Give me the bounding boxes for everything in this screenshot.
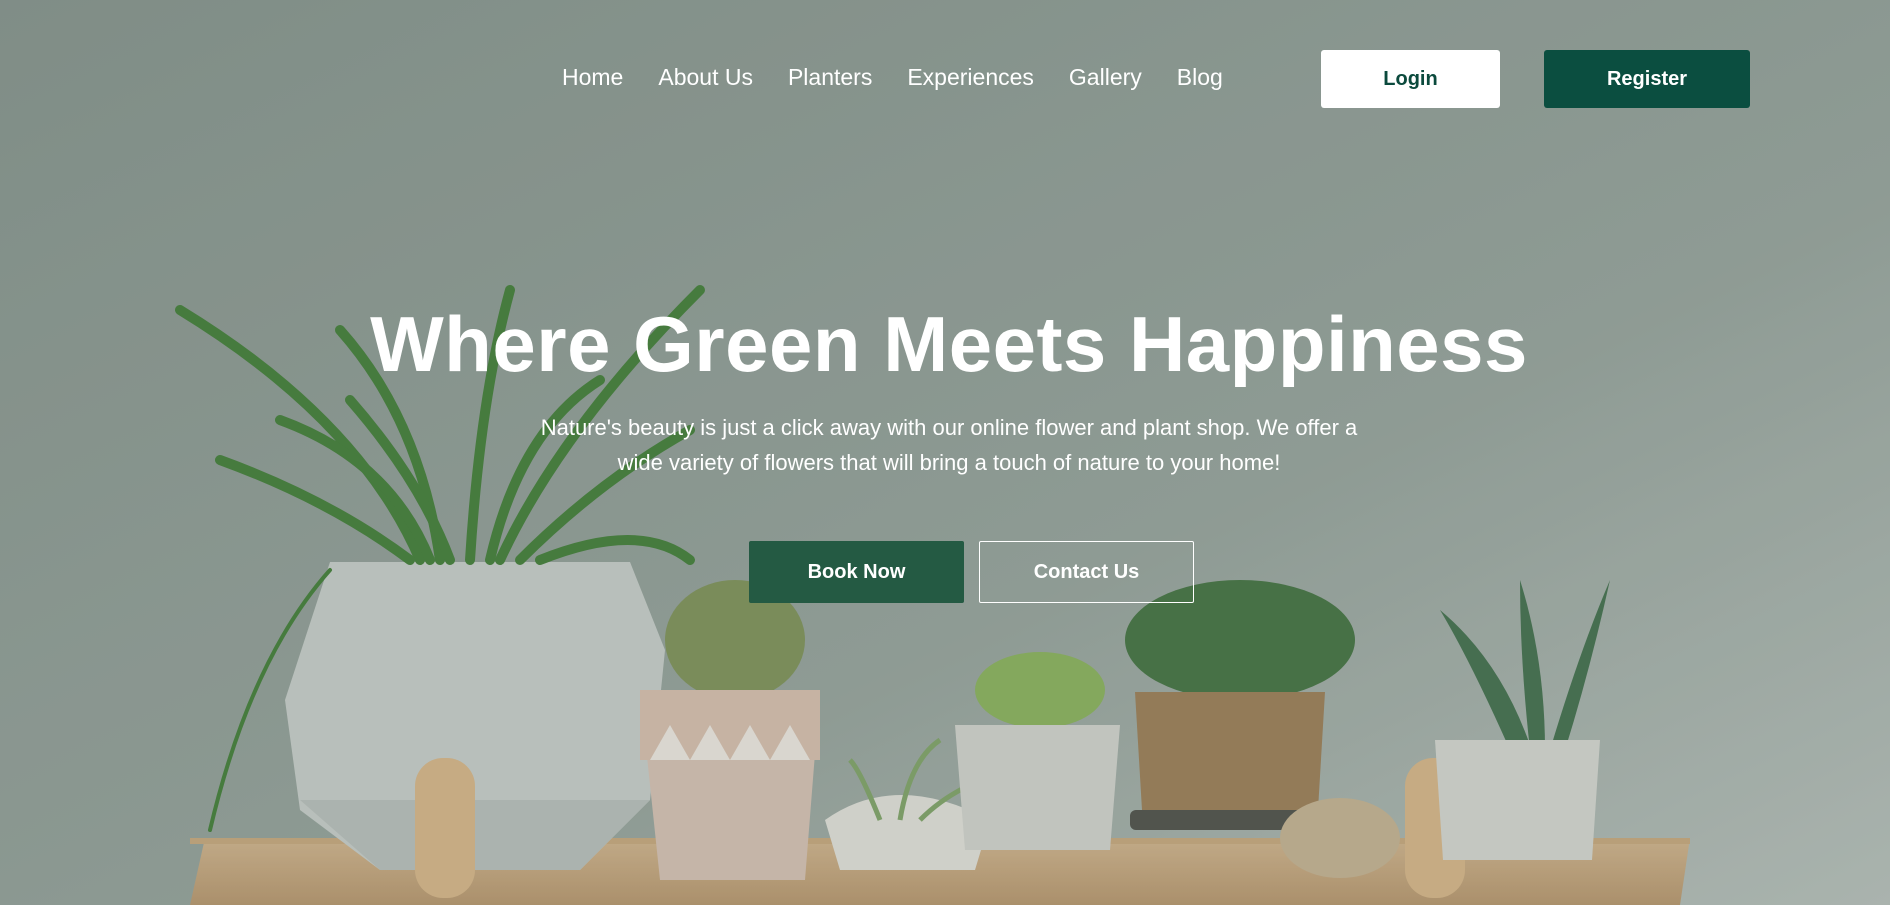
nav-item-gallery[interactable]: Gallery	[1069, 62, 1142, 92]
hero-subtitle: Nature's beauty is just a click away wit…	[520, 410, 1378, 480]
contact-us-button[interactable]: Contact Us	[979, 541, 1194, 603]
nav-item-blog[interactable]: Blog	[1177, 62, 1223, 92]
nav-item-planters[interactable]: Planters	[788, 62, 872, 92]
book-now-button[interactable]: Book Now	[749, 541, 964, 603]
hero-subtitle-line-2: wide variety of flowers that will bring …	[617, 450, 1281, 475]
nav-item-home[interactable]: Home	[562, 62, 623, 92]
login-button[interactable]: Login	[1321, 50, 1500, 108]
hero-title: Where Green Meets Happiness	[370, 300, 1528, 388]
hero-subtitle-line-1: Nature's beauty is just a click away wit…	[540, 415, 1358, 440]
nav-item-about-us[interactable]: About Us	[658, 62, 753, 92]
nav-item-experiences[interactable]: Experiences	[907, 62, 1034, 92]
main-nav: Home About Us Planters Experiences Galle…	[562, 62, 1223, 92]
register-button[interactable]: Register	[1544, 50, 1750, 108]
